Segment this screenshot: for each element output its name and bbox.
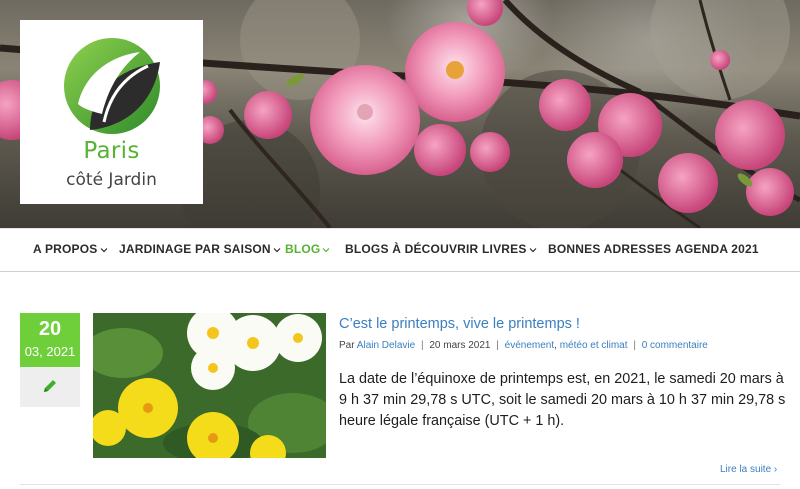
post-meta-by: Par [339, 340, 355, 351]
nav-item-bonnes-adresses[interactable]: BONNES ADRESSES [548, 242, 671, 256]
post-author-link[interactable]: Alain Delavie [357, 340, 415, 351]
post-category-link[interactable]: météo et climat [560, 340, 628, 351]
post-divider [20, 484, 780, 485]
post-category-link[interactable]: événement [505, 340, 554, 351]
post-excerpt: La date de l’équinoxe de printemps est, … [339, 371, 786, 429]
nav-item-label: AGENDA 2021 [675, 242, 759, 256]
nav-item-label: BLOG [285, 242, 321, 256]
logo-subtitle: côté Jardin [66, 170, 157, 190]
chevron-down-icon [529, 247, 536, 253]
main-navigation: A PROPOS JARDINAGE PAR SAISON BLOG BLOGS… [0, 228, 800, 272]
header-banner: Paris côté Jardin [0, 0, 800, 228]
post-date-badge: 20 03, 2021 [20, 313, 80, 367]
nav-item-label: A PROPOS [33, 242, 98, 256]
nav-item-label: BONNES ADRESSES [548, 242, 672, 256]
nav-item-blog[interactable]: BLOG [285, 242, 330, 256]
post-thumbnail[interactable] [93, 313, 326, 458]
chevron-down-icon [323, 247, 330, 253]
nav-item-label: BLOGS À DÉCOUVRIR [345, 242, 479, 256]
nav-item-label: JARDINAGE PAR SAISON [119, 242, 271, 256]
read-more-link[interactable]: Lire la suite › [720, 464, 777, 475]
post-comments-link[interactable]: 0 commentaire [642, 340, 708, 351]
nav-item-a-propos[interactable]: A PROPOS [33, 242, 108, 256]
leaf-logo-icon [64, 38, 160, 134]
meta-separator: | [633, 340, 636, 351]
meta-separator: | [496, 340, 499, 351]
nav-item-livres[interactable]: LIVRES [482, 242, 537, 256]
post-date: 20 mars 2021 [429, 340, 491, 351]
pencil-icon [44, 380, 56, 392]
nav-item-jardinage-par-saison[interactable]: JARDINAGE PAR SAISON [119, 242, 281, 256]
post-date-month-year: 03, 2021 [24, 344, 76, 359]
nav-item-agenda-2021[interactable]: AGENDA 2021 [675, 242, 759, 256]
logo-title: Paris [83, 138, 140, 164]
post-format-badge[interactable] [20, 367, 80, 407]
nav-item-blogs-a-decouvrir[interactable]: BLOGS À DÉCOUVRIR [345, 242, 478, 256]
meta-separator: | [420, 340, 424, 351]
post-meta: Par Alain Delavie | 20 mars 2021 | événe… [339, 340, 708, 351]
post-date-day: 20 [38, 318, 62, 340]
nav-item-label: LIVRES [482, 242, 527, 256]
post-title-link[interactable]: C’est le printemps, vive le printemps ! [339, 316, 580, 332]
chevron-down-icon [100, 247, 107, 253]
chevron-down-icon [273, 247, 281, 253]
site-logo[interactable]: Paris côté Jardin [20, 20, 203, 204]
primrose-image [93, 313, 326, 458]
